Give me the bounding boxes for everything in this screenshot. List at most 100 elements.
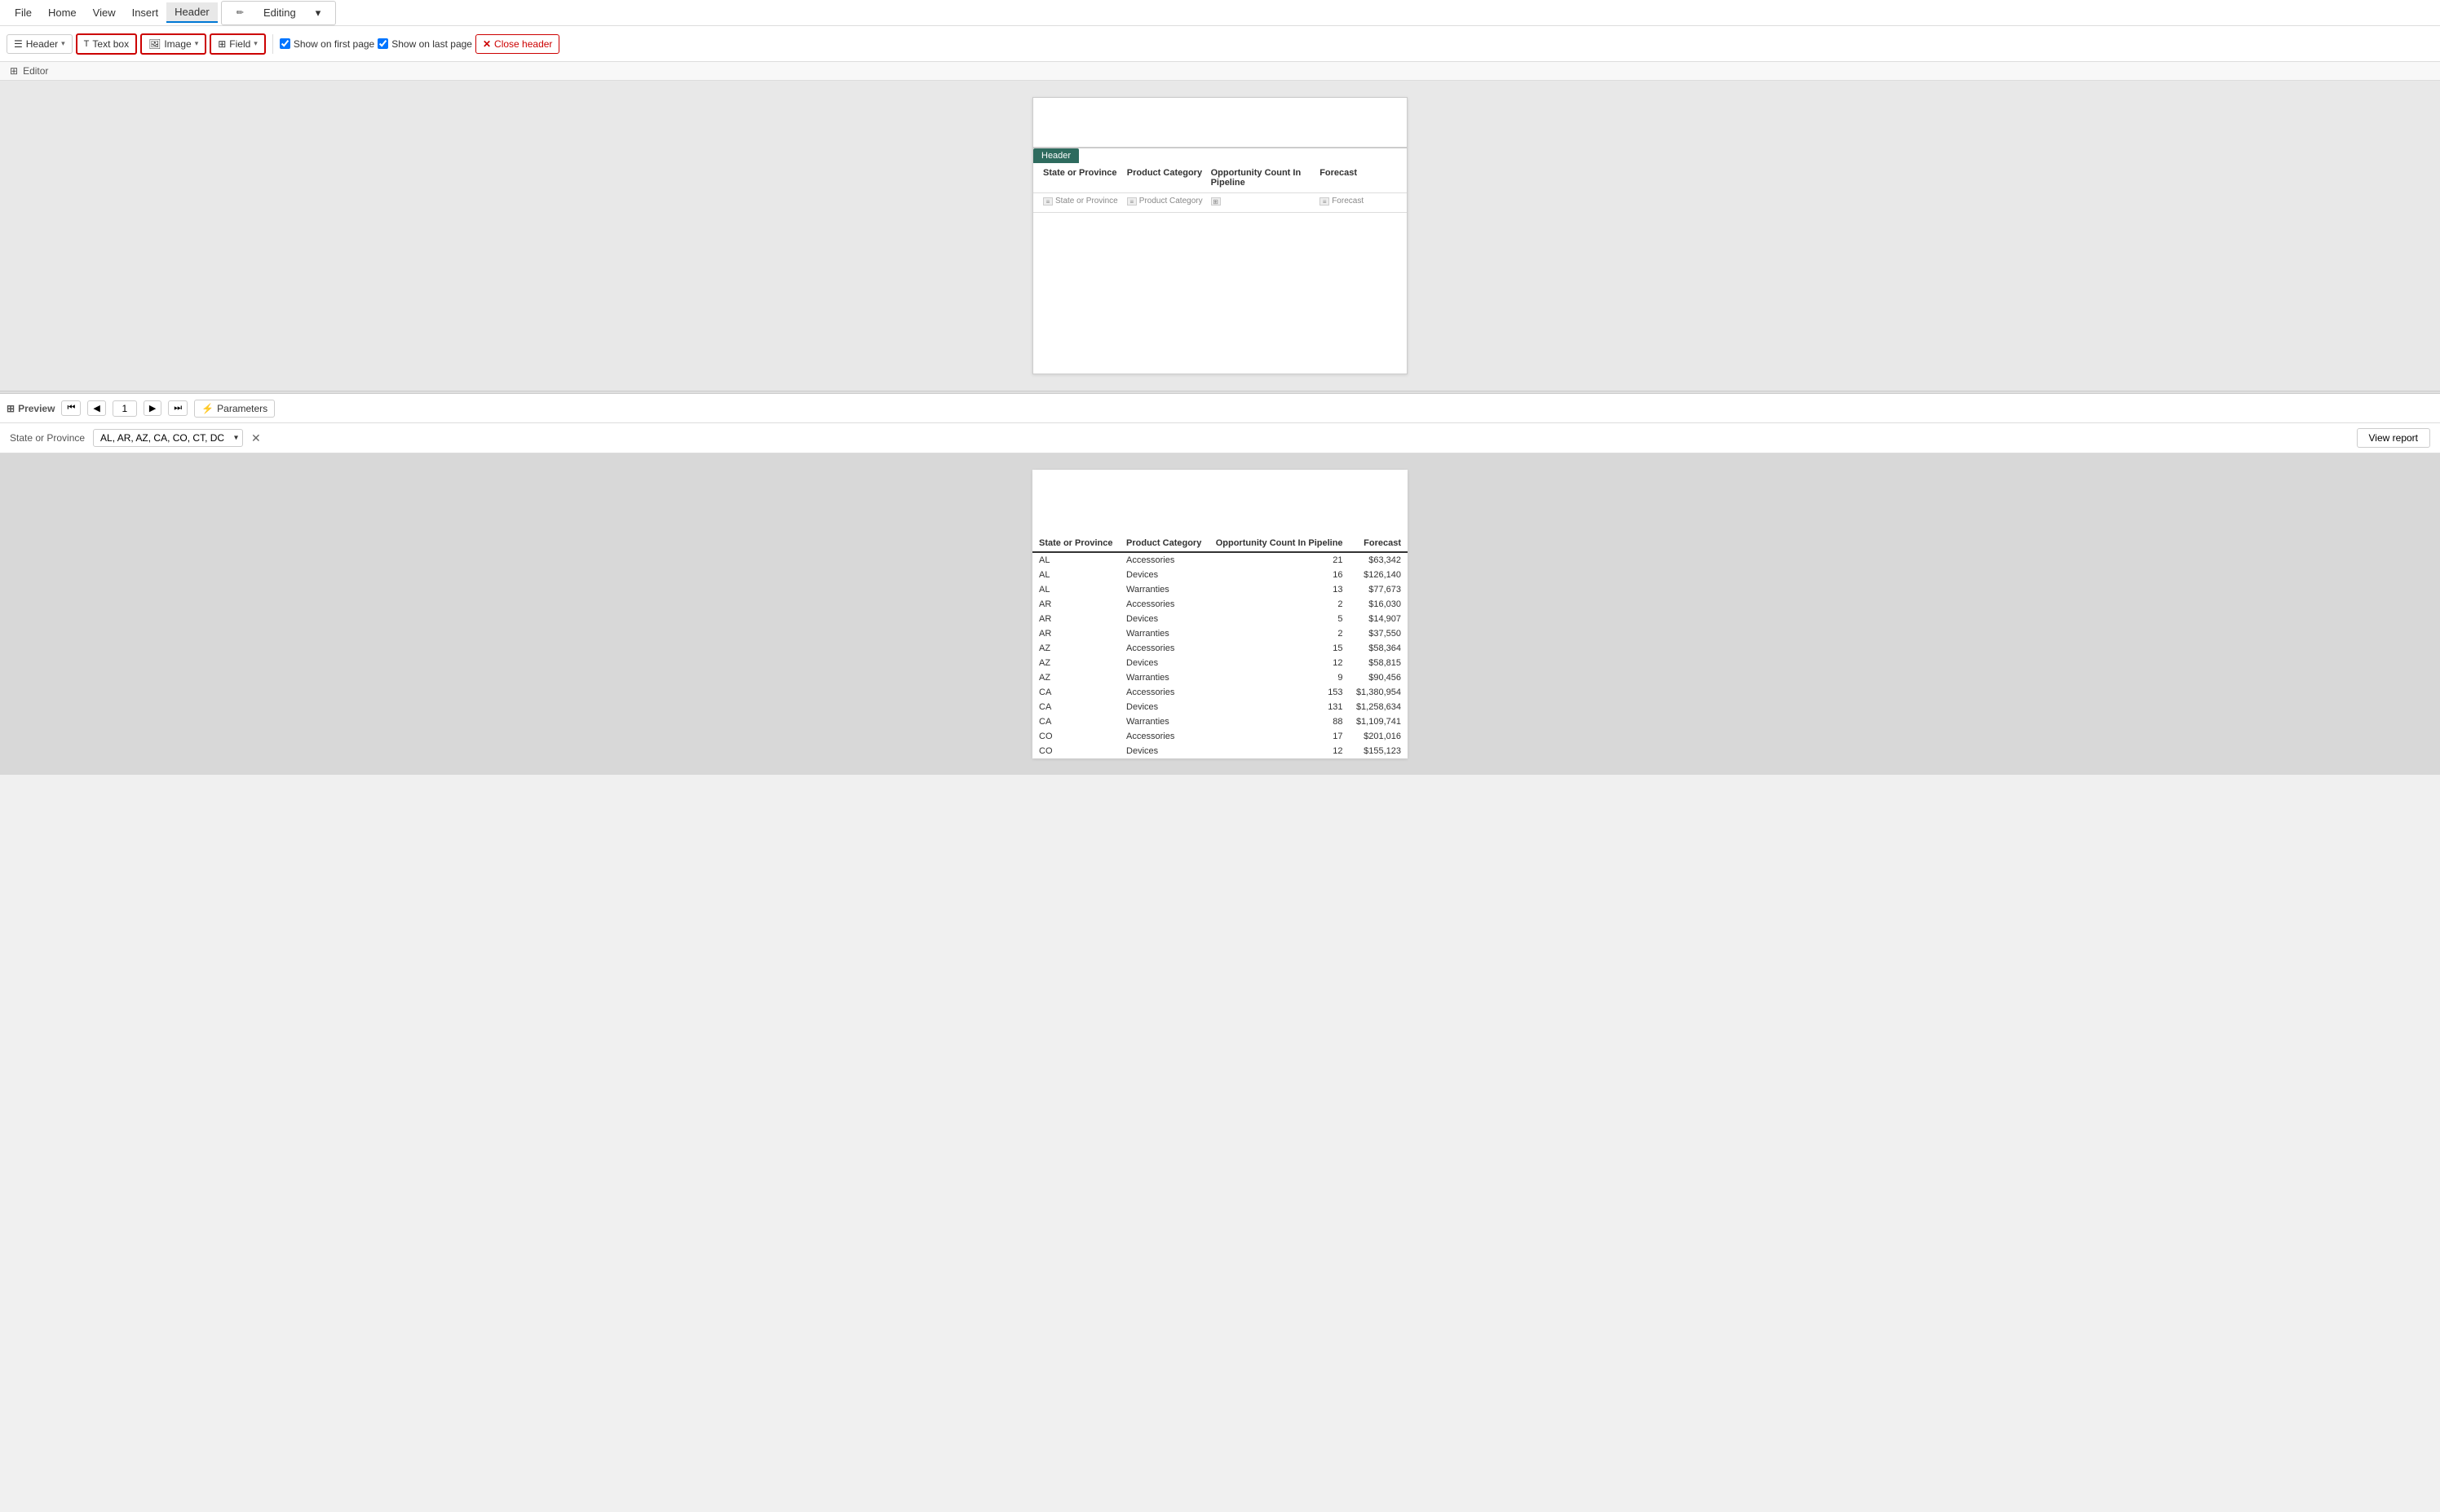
table-cell-12-3: $201,016 [1350, 729, 1408, 744]
table-cell-9-3: $1,380,954 [1350, 685, 1408, 700]
table-row: AZDevices12$58,815 [1032, 656, 1408, 670]
table-cell-9-1: Accessories [1120, 685, 1209, 700]
nav-prev-btn[interactable]: ◀ [87, 400, 105, 416]
params-bar: State or Province AL, AR, AZ, CA, CO, CT… [0, 423, 2440, 453]
field-forecast-label: Forecast [1332, 197, 1364, 206]
params-label: Parameters [217, 403, 267, 414]
menu-header[interactable]: Header [166, 2, 218, 23]
header-columns: State or Province Product Category Oppor… [1033, 163, 1407, 193]
th-opportunity: Opportunity Count In Pipeline [1209, 535, 1350, 552]
page-canvas: Header State or Province Product Categor… [1032, 97, 1408, 374]
table-cell-0-1: Accessories [1120, 552, 1209, 568]
preview-label: ⊞ Preview [7, 403, 55, 414]
table-cell-2-3: $77,673 [1350, 582, 1408, 597]
field-button[interactable]: ⊞ Field ▾ [210, 33, 266, 55]
close-header-label: Close header [494, 38, 552, 50]
table-cell-10-2: 131 [1209, 700, 1350, 714]
editing-badge[interactable]: ✏ Editing ▾ [221, 1, 337, 25]
param-select[interactable]: AL, AR, AZ, CA, CO, CT, DC [93, 429, 243, 447]
table-cell-10-1: Devices [1120, 700, 1209, 714]
table-row: COAccessories17$201,016 [1032, 729, 1408, 744]
view-report-button[interactable]: View report [2357, 428, 2430, 448]
param-clear-btn[interactable]: ✕ [251, 432, 261, 444]
report-header-row: State or Province Product Category Oppor… [1032, 535, 1408, 552]
table-cell-1-3: $126,140 [1350, 568, 1408, 582]
table-row: ALAccessories21$63,342 [1032, 552, 1408, 568]
editing-label: Editing [255, 3, 304, 22]
table-cell-7-0: AZ [1032, 656, 1120, 670]
menu-insert[interactable]: Insert [124, 3, 167, 22]
table-cell-5-0: AR [1032, 626, 1120, 641]
image-dropdown-arrow[interactable]: ▾ [195, 39, 199, 48]
table-row: ARWarranties2$37,550 [1032, 626, 1408, 641]
table-cell-11-1: Warranties [1120, 714, 1209, 729]
table-cell-5-3: $37,550 [1350, 626, 1408, 641]
table-cell-4-3: $14,907 [1350, 612, 1408, 626]
col-header-state: State or Province [1040, 166, 1124, 189]
col-header-forecast: Forecast [1316, 166, 1400, 189]
page-bottom-space [1033, 213, 1407, 278]
table-cell-9-2: 153 [1209, 685, 1350, 700]
table-row: CODevices12$155,123 [1032, 744, 1408, 758]
field-state-label: State or Province [1055, 197, 1118, 206]
table-cell-4-2: 5 [1209, 612, 1350, 626]
nav-first-btn[interactable]: ⏮ [61, 400, 81, 416]
menu-view[interactable]: View [85, 3, 124, 22]
header-dropdown-arrow[interactable]: ▾ [61, 39, 65, 48]
editing-dropdown-arrow[interactable]: ▾ [307, 3, 329, 23]
table-cell-3-0: AR [1032, 597, 1120, 612]
menu-home[interactable]: Home [40, 3, 85, 22]
editor-section-title: ⊞ Editor [0, 62, 2440, 81]
table-cell-5-1: Warranties [1120, 626, 1209, 641]
header-button[interactable]: ☰ Header ▾ [7, 34, 73, 54]
table-cell-2-1: Warranties [1120, 582, 1209, 597]
page-number-input[interactable] [113, 400, 137, 417]
table-cell-13-0: CO [1032, 744, 1120, 758]
report-table-body: ALAccessories21$63,342ALDevices16$126,14… [1032, 552, 1408, 758]
table-cell-6-2: 15 [1209, 641, 1350, 656]
field-icon-state: ≡ [1043, 197, 1053, 206]
params-icon: ⚡ [201, 403, 214, 414]
table-cell-8-2: 9 [1209, 670, 1350, 685]
show-last-page-input[interactable] [378, 38, 388, 49]
table-cell-12-2: 17 [1209, 729, 1350, 744]
th-state: State or Province [1032, 535, 1120, 552]
table-cell-13-3: $155,123 [1350, 744, 1408, 758]
table-cell-11-3: $1,109,741 [1350, 714, 1408, 729]
data-cell-product: ≡ Product Category [1124, 195, 1208, 207]
image-btn-label: Image [164, 38, 191, 50]
separator-1 [272, 34, 273, 54]
header-section[interactable]: Header State or Province Product Categor… [1033, 147, 1407, 213]
page-top-space [1033, 98, 1407, 147]
param-select-wrap: AL, AR, AZ, CA, CO, CT, DC [93, 429, 243, 447]
table-cell-8-0: AZ [1032, 670, 1120, 685]
preview-bar: ⊞ Preview ⏮ ◀ ▶ ⏭ ⚡ Parameters [0, 394, 2440, 423]
close-header-button[interactable]: ✕ Close header [475, 34, 559, 54]
table-cell-5-2: 2 [1209, 626, 1350, 641]
image-button[interactable]: 🖼 Image ▾ [140, 33, 206, 55]
parameters-button[interactable]: ⚡ Parameters [194, 400, 275, 418]
table-cell-2-0: AL [1032, 582, 1120, 597]
menu-file[interactable]: File [7, 3, 40, 22]
th-forecast: Forecast [1350, 535, 1408, 552]
pencil-icon: ✏ [228, 4, 252, 21]
show-last-page-check[interactable]: Show on last page [378, 38, 472, 50]
table-cell-3-1: Accessories [1120, 597, 1209, 612]
table-cell-7-1: Devices [1120, 656, 1209, 670]
textbox-button[interactable]: T Text box [76, 33, 137, 55]
field-dropdown-arrow[interactable]: ▾ [254, 39, 258, 48]
editor-grid-icon: ⊞ [10, 65, 18, 77]
table-row: ALDevices16$126,140 [1032, 568, 1408, 582]
data-cell-opportunity: ⊞ [1208, 195, 1317, 207]
data-cell-state: ≡ State or Province [1040, 195, 1124, 207]
nav-next-btn[interactable]: ▶ [144, 400, 161, 416]
table-cell-9-0: CA [1032, 685, 1120, 700]
report-page: State or Province Product Category Oppor… [1032, 470, 1408, 758]
table-cell-0-3: $63,342 [1350, 552, 1408, 568]
editor-label: Editor [23, 65, 48, 77]
table-cell-7-3: $58,815 [1350, 656, 1408, 670]
table-row: ARDevices5$14,907 [1032, 612, 1408, 626]
show-first-page-check[interactable]: Show on first page [280, 38, 374, 50]
show-first-page-input[interactable] [280, 38, 290, 49]
nav-last-btn[interactable]: ⏭ [168, 400, 188, 416]
